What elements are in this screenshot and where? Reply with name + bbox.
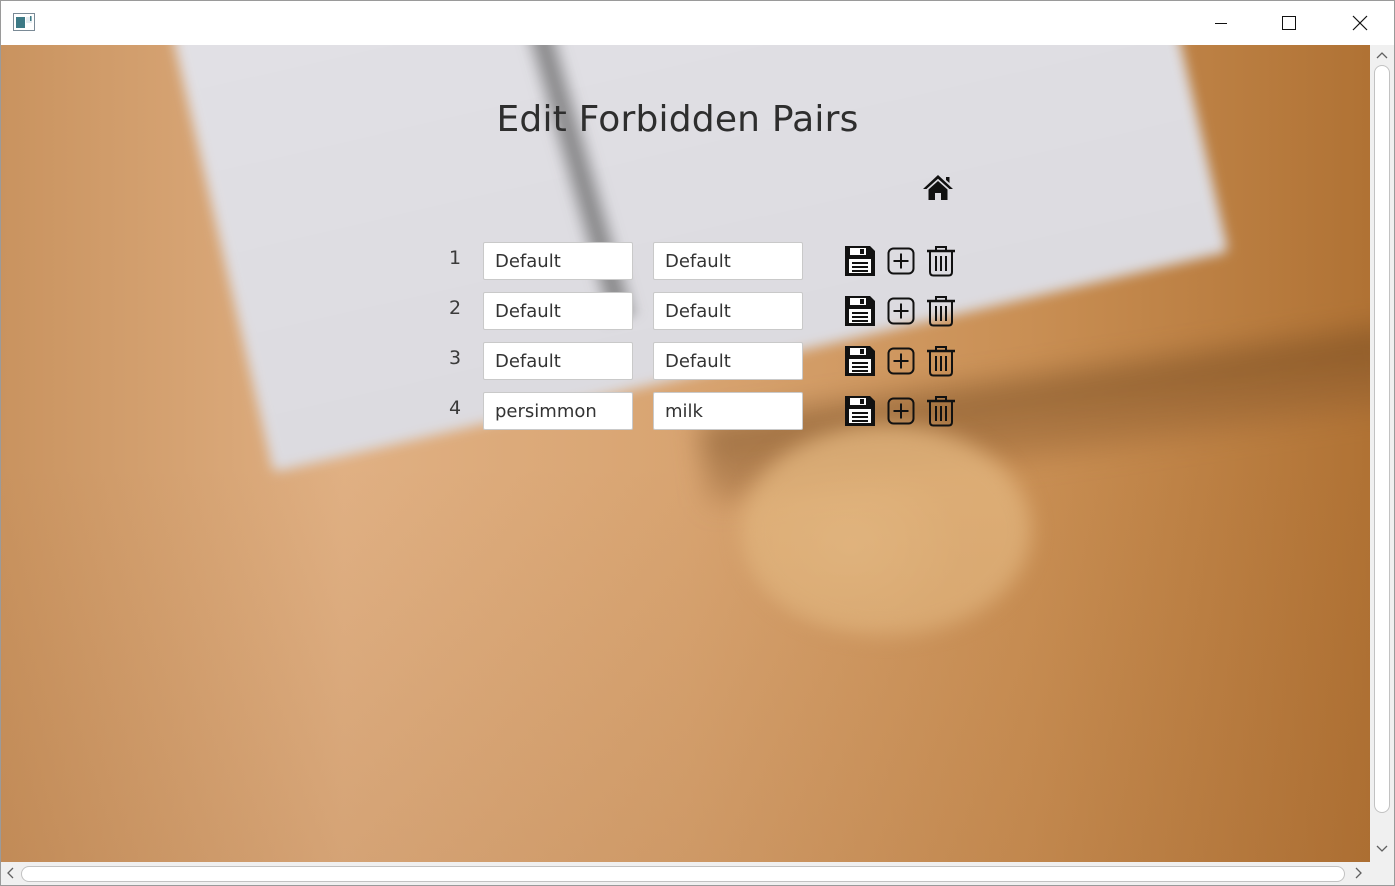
row-number: 4 <box>449 397 462 419</box>
pair-row: 4 <box>1 392 1370 430</box>
save-button[interactable] <box>844 244 876 278</box>
content-area: Edit Forbidden Pairs 1 Default Default 2… <box>1 45 1370 862</box>
trash-icon <box>927 346 955 377</box>
horizontal-scrollbar[interactable] <box>1 862 1370 885</box>
second-item-input[interactable] <box>653 242 803 280</box>
app-window: Edit Forbidden Pairs 1 Default Default 2… <box>0 0 1395 886</box>
second-item-input[interactable] <box>653 292 803 330</box>
home-icon <box>923 175 953 200</box>
minimize-button[interactable] <box>1198 1 1244 45</box>
delete-button[interactable] <box>925 244 957 278</box>
app-icon <box>13 13 35 31</box>
add-button[interactable] <box>885 394 917 428</box>
add-button[interactable] <box>885 344 917 378</box>
add-button[interactable] <box>885 294 917 328</box>
vertical-scrollbar[interactable] <box>1370 45 1394 862</box>
delete-button[interactable] <box>925 394 957 428</box>
row-number: 1 <box>449 247 462 269</box>
second-item-input[interactable] <box>653 342 803 380</box>
scroll-left-icon[interactable] <box>6 867 14 879</box>
title-bar <box>1 1 1394 45</box>
second-item-input[interactable] <box>653 392 803 430</box>
scroll-down-icon[interactable] <box>1376 845 1388 853</box>
page-title: Edit Forbidden Pairs <box>496 99 859 140</box>
save-button[interactable] <box>844 394 876 428</box>
add-icon <box>887 397 915 425</box>
save-icon <box>845 346 875 376</box>
first-item-input[interactable] <box>483 242 633 280</box>
save-icon <box>845 396 875 426</box>
scroll-up-icon[interactable] <box>1376 51 1388 59</box>
add-icon <box>887 247 915 275</box>
save-button[interactable] <box>844 344 876 378</box>
delete-button[interactable] <box>925 344 957 378</box>
save-icon <box>845 296 875 326</box>
minimize-icon <box>1215 23 1227 24</box>
pair-row: 3 <box>1 342 1370 380</box>
first-item-input[interactable] <box>483 392 633 430</box>
maximize-icon <box>1282 16 1296 30</box>
save-icon <box>845 246 875 276</box>
close-button[interactable] <box>1337 1 1383 45</box>
row-number: 3 <box>449 347 462 369</box>
delete-button[interactable] <box>925 294 957 328</box>
close-icon <box>1352 15 1368 31</box>
save-button[interactable] <box>844 294 876 328</box>
background-image <box>1 45 1370 862</box>
trash-icon <box>927 296 955 327</box>
add-icon <box>887 297 915 325</box>
add-icon <box>887 347 915 375</box>
row-number: 2 <box>449 297 462 319</box>
maximize-button[interactable] <box>1266 1 1312 45</box>
first-item-input[interactable] <box>483 292 633 330</box>
home-button[interactable] <box>922 173 954 203</box>
scroll-right-icon[interactable] <box>1355 867 1363 879</box>
horizontal-scroll-thumb[interactable] <box>21 866 1345 882</box>
trash-icon <box>927 246 955 277</box>
pair-row: 1 <box>1 242 1370 280</box>
trash-icon <box>927 396 955 427</box>
first-item-input[interactable] <box>483 342 633 380</box>
vertical-scroll-thumb[interactable] <box>1374 65 1390 813</box>
add-button[interactable] <box>885 244 917 278</box>
pair-row: 2 <box>1 292 1370 330</box>
